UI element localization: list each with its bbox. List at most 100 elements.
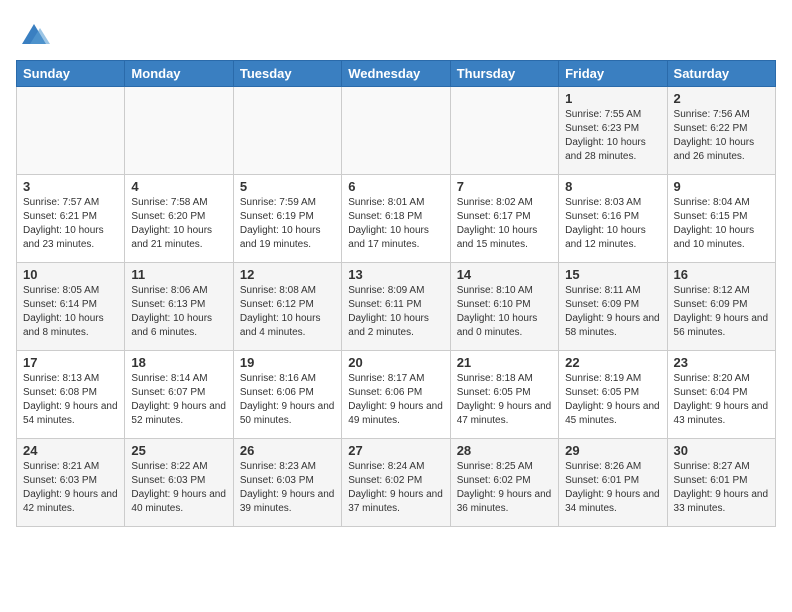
day-header-thursday: Thursday bbox=[450, 61, 558, 87]
day-number: 18 bbox=[131, 355, 226, 370]
day-number: 29 bbox=[565, 443, 660, 458]
calendar-day-22: 22 Sunrise: 8:19 AM Sunset: 6:05 PM Dayli… bbox=[559, 351, 667, 439]
calendar-day-24: 24 Sunrise: 8:21 AM Sunset: 6:03 PM Dayli… bbox=[17, 439, 125, 527]
day-info: Sunrise: 8:24 AM Sunset: 6:02 PM Dayligh… bbox=[348, 460, 443, 516]
calendar-day-9: 9 Sunrise: 8:04 AM Sunset: 6:15 PM Daylig… bbox=[667, 175, 775, 263]
calendar-day-3: 3 Sunrise: 7:57 AM Sunset: 6:21 PM Daylig… bbox=[17, 175, 125, 263]
day-number: 7 bbox=[457, 179, 552, 194]
day-number: 1 bbox=[565, 91, 660, 106]
empty-day bbox=[125, 87, 233, 175]
day-info: Sunrise: 8:18 AM Sunset: 6:05 PM Dayligh… bbox=[457, 372, 552, 428]
calendar-week-row: 10 Sunrise: 8:05 AM Sunset: 6:14 PM Dayli… bbox=[17, 263, 776, 351]
calendar-day-10: 10 Sunrise: 8:05 AM Sunset: 6:14 PM Dayli… bbox=[17, 263, 125, 351]
calendar-table: SundayMondayTuesdayWednesdayThursdayFrid… bbox=[16, 60, 776, 527]
day-info: Sunrise: 8:13 AM Sunset: 6:08 PM Dayligh… bbox=[23, 372, 118, 428]
day-info: Sunrise: 8:11 AM Sunset: 6:09 PM Dayligh… bbox=[565, 284, 660, 340]
day-info: Sunrise: 8:25 AM Sunset: 6:02 PM Dayligh… bbox=[457, 460, 552, 516]
day-info: Sunrise: 8:21 AM Sunset: 6:03 PM Dayligh… bbox=[23, 460, 118, 516]
day-info: Sunrise: 8:06 AM Sunset: 6:13 PM Dayligh… bbox=[131, 284, 226, 340]
logo-icon bbox=[16, 16, 52, 52]
day-number: 22 bbox=[565, 355, 660, 370]
day-number: 3 bbox=[23, 179, 118, 194]
day-number: 15 bbox=[565, 267, 660, 282]
day-number: 27 bbox=[348, 443, 443, 458]
day-number: 30 bbox=[674, 443, 769, 458]
calendar-day-11: 11 Sunrise: 8:06 AM Sunset: 6:13 PM Dayli… bbox=[125, 263, 233, 351]
day-info: Sunrise: 7:56 AM Sunset: 6:22 PM Dayligh… bbox=[674, 108, 769, 164]
calendar-week-row: 17 Sunrise: 8:13 AM Sunset: 6:08 PM Dayli… bbox=[17, 351, 776, 439]
day-number: 6 bbox=[348, 179, 443, 194]
day-info: Sunrise: 8:22 AM Sunset: 6:03 PM Dayligh… bbox=[131, 460, 226, 516]
calendar-day-8: 8 Sunrise: 8:03 AM Sunset: 6:16 PM Daylig… bbox=[559, 175, 667, 263]
calendar-day-29: 29 Sunrise: 8:26 AM Sunset: 6:01 PM Dayli… bbox=[559, 439, 667, 527]
day-info: Sunrise: 8:19 AM Sunset: 6:05 PM Dayligh… bbox=[565, 372, 660, 428]
day-number: 14 bbox=[457, 267, 552, 282]
day-info: Sunrise: 8:05 AM Sunset: 6:14 PM Dayligh… bbox=[23, 284, 118, 340]
calendar-day-25: 25 Sunrise: 8:22 AM Sunset: 6:03 PM Dayli… bbox=[125, 439, 233, 527]
calendar-week-row: 24 Sunrise: 8:21 AM Sunset: 6:03 PM Dayli… bbox=[17, 439, 776, 527]
day-number: 24 bbox=[23, 443, 118, 458]
day-number: 20 bbox=[348, 355, 443, 370]
day-info: Sunrise: 8:23 AM Sunset: 6:03 PM Dayligh… bbox=[240, 460, 335, 516]
day-info: Sunrise: 8:10 AM Sunset: 6:10 PM Dayligh… bbox=[457, 284, 552, 340]
calendar-day-2: 2 Sunrise: 7:56 AM Sunset: 6:22 PM Daylig… bbox=[667, 87, 775, 175]
day-info: Sunrise: 8:09 AM Sunset: 6:11 PM Dayligh… bbox=[348, 284, 443, 340]
page-header bbox=[16, 16, 776, 52]
day-number: 2 bbox=[674, 91, 769, 106]
day-number: 4 bbox=[131, 179, 226, 194]
calendar-week-row: 1 Sunrise: 7:55 AM Sunset: 6:23 PM Daylig… bbox=[17, 87, 776, 175]
day-number: 9 bbox=[674, 179, 769, 194]
calendar-day-4: 4 Sunrise: 7:58 AM Sunset: 6:20 PM Daylig… bbox=[125, 175, 233, 263]
day-info: Sunrise: 8:14 AM Sunset: 6:07 PM Dayligh… bbox=[131, 372, 226, 428]
calendar-day-14: 14 Sunrise: 8:10 AM Sunset: 6:10 PM Dayli… bbox=[450, 263, 558, 351]
empty-day bbox=[233, 87, 341, 175]
calendar-day-21: 21 Sunrise: 8:18 AM Sunset: 6:05 PM Dayli… bbox=[450, 351, 558, 439]
day-info: Sunrise: 8:04 AM Sunset: 6:15 PM Dayligh… bbox=[674, 196, 769, 252]
day-header-wednesday: Wednesday bbox=[342, 61, 450, 87]
empty-day bbox=[342, 87, 450, 175]
empty-day bbox=[17, 87, 125, 175]
day-number: 26 bbox=[240, 443, 335, 458]
calendar-day-5: 5 Sunrise: 7:59 AM Sunset: 6:19 PM Daylig… bbox=[233, 175, 341, 263]
day-info: Sunrise: 8:08 AM Sunset: 6:12 PM Dayligh… bbox=[240, 284, 335, 340]
day-number: 8 bbox=[565, 179, 660, 194]
day-info: Sunrise: 8:17 AM Sunset: 6:06 PM Dayligh… bbox=[348, 372, 443, 428]
logo bbox=[16, 16, 56, 52]
calendar-day-1: 1 Sunrise: 7:55 AM Sunset: 6:23 PM Daylig… bbox=[559, 87, 667, 175]
calendar-day-16: 16 Sunrise: 8:12 AM Sunset: 6:09 PM Dayli… bbox=[667, 263, 775, 351]
day-info: Sunrise: 8:20 AM Sunset: 6:04 PM Dayligh… bbox=[674, 372, 769, 428]
day-info: Sunrise: 8:03 AM Sunset: 6:16 PM Dayligh… bbox=[565, 196, 660, 252]
calendar-day-18: 18 Sunrise: 8:14 AM Sunset: 6:07 PM Dayli… bbox=[125, 351, 233, 439]
day-header-monday: Monday bbox=[125, 61, 233, 87]
calendar-day-28: 28Sunrise: 8:25 AM Sunset: 6:02 PM Dayli… bbox=[450, 439, 558, 527]
calendar-day-12: 12 Sunrise: 8:08 AM Sunset: 6:12 PM Dayli… bbox=[233, 263, 341, 351]
day-info: Sunrise: 7:55 AM Sunset: 6:23 PM Dayligh… bbox=[565, 108, 660, 164]
day-header-sunday: Sunday bbox=[17, 61, 125, 87]
calendar-day-6: 6 Sunrise: 8:01 AM Sunset: 6:18 PM Daylig… bbox=[342, 175, 450, 263]
day-info: Sunrise: 8:12 AM Sunset: 6:09 PM Dayligh… bbox=[674, 284, 769, 340]
calendar-day-15: 15 Sunrise: 8:11 AM Sunset: 6:09 PM Dayli… bbox=[559, 263, 667, 351]
day-info: Sunrise: 8:16 AM Sunset: 6:06 PM Dayligh… bbox=[240, 372, 335, 428]
calendar-day-26: 26 Sunrise: 8:23 AM Sunset: 6:03 PM Dayli… bbox=[233, 439, 341, 527]
day-number: 11 bbox=[131, 267, 226, 282]
day-number: 13 bbox=[348, 267, 443, 282]
calendar-day-20: 20 Sunrise: 8:17 AM Sunset: 6:06 PM Dayli… bbox=[342, 351, 450, 439]
day-info: Sunrise: 8:26 AM Sunset: 6:01 PM Dayligh… bbox=[565, 460, 660, 516]
day-info: Sunrise: 7:59 AM Sunset: 6:19 PM Dayligh… bbox=[240, 196, 335, 252]
day-number: 16 bbox=[674, 267, 769, 282]
calendar-day-7: 7Sunrise: 8:02 AM Sunset: 6:17 PM Daylig… bbox=[450, 175, 558, 263]
day-number: 17 bbox=[23, 355, 118, 370]
calendar-header-row: SundayMondayTuesdayWednesdayThursdayFrid… bbox=[17, 61, 776, 87]
calendar-day-17: 17 Sunrise: 8:13 AM Sunset: 6:08 PM Dayli… bbox=[17, 351, 125, 439]
day-info: Sunrise: 7:58 AM Sunset: 6:20 PM Dayligh… bbox=[131, 196, 226, 252]
day-number: 21 bbox=[457, 355, 552, 370]
day-number: 23 bbox=[674, 355, 769, 370]
day-number: 5 bbox=[240, 179, 335, 194]
day-number: 10 bbox=[23, 267, 118, 282]
calendar-day-27: 27 Sunrise: 8:24 AM Sunset: 6:02 PM Dayli… bbox=[342, 439, 450, 527]
day-number: 12 bbox=[240, 267, 335, 282]
day-header-friday: Friday bbox=[559, 61, 667, 87]
day-info: Sunrise: 8:01 AM Sunset: 6:18 PM Dayligh… bbox=[348, 196, 443, 252]
day-number: 25 bbox=[131, 443, 226, 458]
day-info: Sunrise: 7:57 AM Sunset: 6:21 PM Dayligh… bbox=[23, 196, 118, 252]
